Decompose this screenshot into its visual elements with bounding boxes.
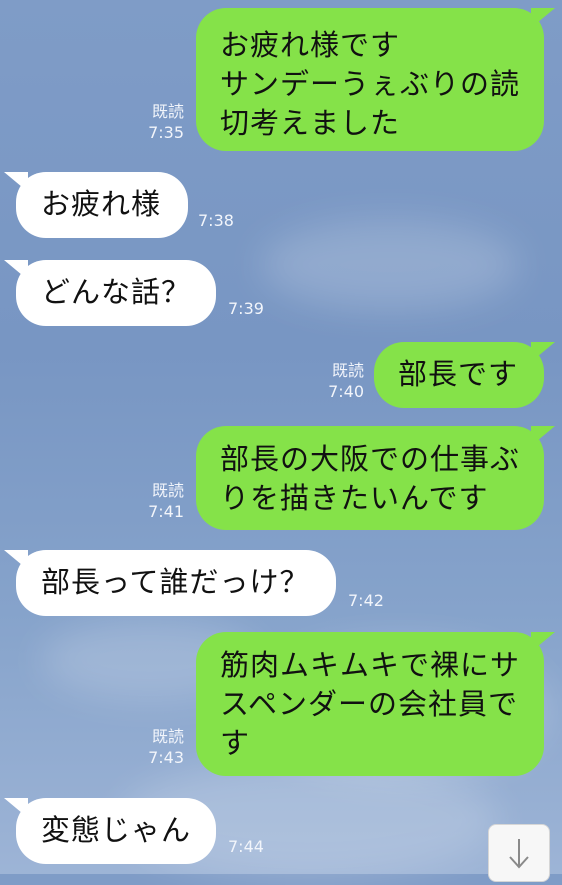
message-meta: 既読 7:35 — [128, 101, 184, 143]
message-time: 7:40 — [328, 382, 364, 401]
bubble-tail — [4, 798, 28, 818]
message-text: 部長って誰だっけ？ — [41, 565, 310, 599]
read-receipt: 既読 — [331, 361, 364, 380]
bubble-tail — [4, 550, 28, 570]
message-meta: 7:44 — [228, 836, 288, 857]
bubble-tail — [4, 260, 28, 280]
read-receipt: 既読 — [151, 102, 184, 121]
bubble-tail — [531, 342, 555, 362]
message-time: 7:39 — [228, 299, 264, 318]
message-row-incoming: お疲れ様 7:38 — [0, 170, 562, 250]
message-bubble-outgoing[interactable]: 筋肉ムキムキで裸にサ スペンダーの会社員で す — [196, 632, 544, 776]
message-row-incoming: 部長って誰だっけ？ 7:42 — [0, 548, 562, 628]
message-text: 筋肉ムキムキで裸にサ スペンダーの会社員で す — [220, 648, 521, 760]
message-meta: 既読 7:43 — [128, 726, 184, 768]
arrow-down-icon — [509, 839, 529, 869]
message-time: 7:43 — [148, 748, 184, 767]
message-meta: 7:42 — [348, 590, 408, 611]
message-time: 7:38 — [198, 211, 234, 230]
message-bubble-outgoing[interactable]: 部長の大阪での仕事ぶ りを描きたいんです — [196, 426, 544, 530]
read-receipt: 既読 — [151, 481, 184, 500]
message-text: 部長の大阪での仕事ぶ りを描きたいんです — [220, 442, 521, 515]
message-bubble-outgoing[interactable]: お疲れ様です サンデーうぇぶりの読 切考えました — [196, 8, 544, 151]
message-text: 部長です — [398, 357, 519, 391]
message-row-outgoing: 部長です 既読 7:40 — [0, 340, 562, 416]
message-meta: 既読 7:40 — [306, 360, 364, 402]
bubble-tail — [531, 632, 555, 652]
message-bubble-outgoing[interactable]: 部長です — [374, 342, 544, 408]
message-text: どんな話？ — [41, 275, 192, 309]
message-meta: 7:38 — [198, 210, 258, 231]
message-bubble-incoming[interactable]: 変態じゃん — [16, 798, 216, 864]
bubble-tail — [4, 172, 28, 192]
message-text: 変態じゃん — [41, 813, 192, 847]
message-meta: 7:39 — [228, 298, 288, 319]
read-receipt: 既読 — [151, 727, 184, 746]
bubble-tail — [531, 426, 555, 446]
message-row-incoming: どんな話？ 7:39 — [0, 258, 562, 338]
message-text: お疲れ様 — [41, 187, 162, 221]
message-row-outgoing: 筋肉ムキムキで裸にサ スペンダーの会社員で す 既読 7:43 — [0, 630, 562, 780]
message-time: 7:41 — [148, 502, 184, 521]
message-text: お疲れ様です サンデーうぇぶりの読 切考えました — [220, 28, 521, 140]
message-time: 7:42 — [348, 591, 384, 610]
message-row-outgoing: お疲れ様です サンデーうぇぶりの読 切考えました 既読 7:35 — [0, 0, 562, 160]
message-bubble-incoming[interactable]: 部長って誰だっけ？ — [16, 550, 336, 616]
message-row-incoming: 変態じゃん 7:44 — [0, 796, 562, 874]
scroll-to-bottom-button[interactable] — [488, 824, 550, 882]
message-bubble-incoming[interactable]: お疲れ様 — [16, 172, 188, 238]
message-time: 7:44 — [228, 837, 264, 856]
bubble-tail — [531, 8, 555, 28]
message-time: 7:35 — [148, 123, 184, 142]
message-meta: 既読 7:41 — [128, 480, 184, 522]
message-row-outgoing: 部長の大阪での仕事ぶ りを描きたいんです 既読 7:41 — [0, 424, 562, 534]
message-bubble-incoming[interactable]: どんな話？ — [16, 260, 216, 326]
